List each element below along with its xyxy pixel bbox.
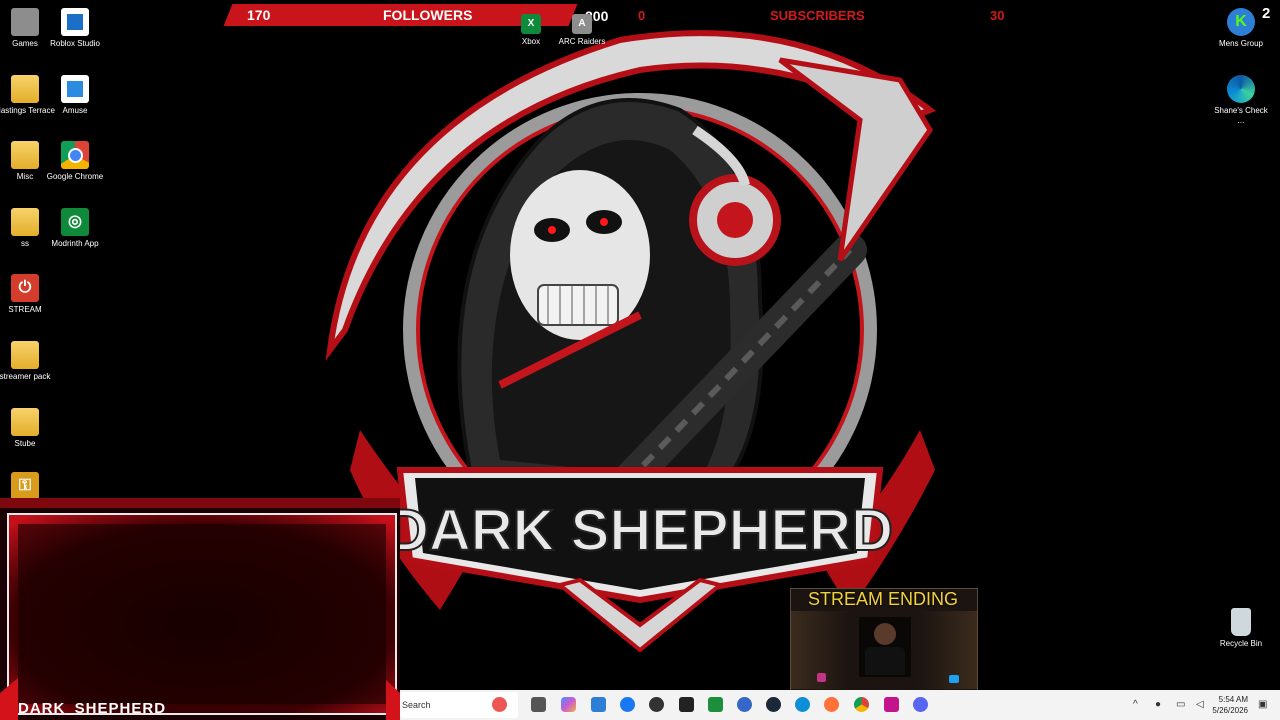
microsoft-store-icon[interactable] [591,697,606,712]
folder-icon [11,141,39,169]
xbox-icon: X [521,14,541,34]
desktop-icon-stube[interactable]: Stube [0,408,55,449]
notification-icon[interactable]: ▣ [1258,699,1267,710]
desktop-icon-amuse[interactable]: Amuse [45,75,105,116]
clock-date: 5/26/2026 [1212,706,1248,715]
desktop-icon-label: Stube [14,439,36,448]
instagram-icon [817,673,826,682]
facebook-icon[interactable] [620,697,635,712]
copilot-icon[interactable] [561,697,576,712]
followers-count: 170 [247,7,271,23]
epic-games-icon[interactable] [679,697,694,712]
key-icon: ⚿ [11,472,39,500]
desktop-icon-label: Recycle Bin [1219,639,1263,648]
firefox-icon[interactable] [824,697,839,712]
desktop-icon-label: STREAM [8,305,42,314]
overlay-corner-number: 2 [1262,5,1271,22]
taskbar-clock[interactable]: 5:54 AM 5/26/2026 [1212,694,1248,716]
folder-icon [11,208,39,236]
desktop-icon-shanes-check[interactable]: Shane's Check ... [1211,75,1271,126]
desktop-icon-roblox-studio[interactable]: Roblox Studio [45,8,105,49]
stream-ending-label: STREAM ENDING [807,589,958,609]
desktop-icon-modrinth-app[interactable]: ◎ Modrinth App [45,208,105,249]
amuse-icon [61,75,89,103]
clock-time: 5:54 AM [1218,695,1248,704]
edge-taskbar-icon[interactable] [795,697,810,712]
edge-icon [1227,75,1255,103]
desktop-icon-label: Google Chrome [46,172,104,181]
webcam-name: DARK_SHEPHERD [18,700,167,717]
twitter-icon [949,675,959,683]
volume-icon[interactable]: ◁ [1196,699,1204,710]
desktop-icon-stream[interactable]: ⏻ STREAM [0,274,55,315]
desktop-icon-google-chrome[interactable]: Google Chrome [45,141,105,182]
wallpaper-title: DARK SHEPHERD [387,498,893,563]
chrome-taskbar-icon[interactable] [854,697,869,712]
steam-icon[interactable] [766,697,781,712]
folder-icon [11,341,39,369]
desktop-icon-label: streamer pack [0,372,51,381]
taskbar: Search ^ ● ▭ ◁ 5:54 AM 5/26/2026 ▣ [400,690,1280,720]
subscribers-count: 0 [638,8,646,23]
xbox-app-icon[interactable] [708,697,723,712]
desktop-icon-label: Modrinth App [51,239,99,248]
games-icon [11,8,39,36]
desktop-icon-label: Roblox Studio [50,39,100,48]
chevron-up-icon[interactable]: ^ [1133,699,1138,710]
app-icon[interactable] [737,697,752,712]
followers-label: FOLLOWERS [383,7,473,23]
folder-icon [11,408,39,436]
subscribers-label: SUBSCRIBERS [770,8,865,23]
roblox-studio-icon [61,8,89,36]
obs-icon[interactable] [649,697,664,712]
recycle-bin-icon [1231,608,1251,636]
arc-raiders-icon: A [572,14,592,34]
streamer-video [859,617,911,677]
desktop-icon-label: Mens Group [1218,39,1264,48]
network-icon[interactable]: ▭ [1176,699,1185,710]
search-highlight-icon [492,697,507,712]
discord-icon[interactable] [913,697,928,712]
folder-icon [11,75,39,103]
power-icon: ⏻ [11,274,39,302]
desktop-icon-recycle-bin[interactable]: Recycle Bin [1211,608,1271,649]
task-view-icon[interactable] [531,697,546,712]
app-tray-icon[interactable]: ● [1155,699,1161,710]
desktop-icon-streamer-pack[interactable]: streamer pack [0,341,55,382]
subscribers-goal: 30 [990,8,1005,23]
app-icon[interactable] [884,697,899,712]
modrinth-icon: ◎ [61,208,89,236]
webcam-frame [0,498,400,720]
kick-icon: K [1227,8,1255,36]
desktop-icon-label: Amuse [62,106,88,115]
chrome-icon [61,141,89,169]
desktop-icon-arc-raiders[interactable]: A ARC Raiders [552,14,612,47]
search-placeholder: Search [402,700,431,710]
desktop-icon-label: Shane's Check ... [1214,106,1268,125]
desktop-icon-label: ARC Raiders [558,37,606,46]
